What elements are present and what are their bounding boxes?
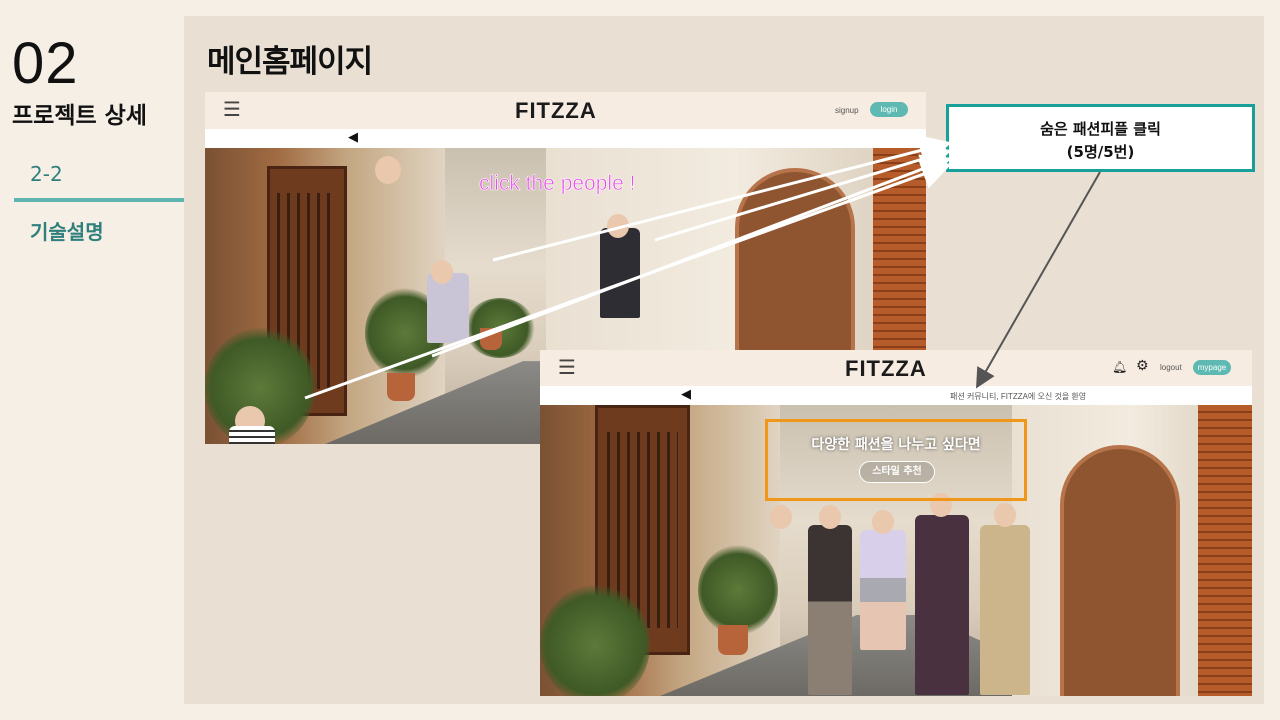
megaphone-icon: ◀ [348, 130, 358, 145]
megaphone-icon: ◀ [681, 387, 691, 402]
section-title: 프로젝트 상세 [12, 103, 147, 129]
section-number: 02 [12, 31, 79, 96]
page-title: 메인홈페이지 [207, 44, 373, 80]
style-recommend-button[interactable]: 스타일 추천 [859, 461, 935, 483]
hamburger-icon[interactable]: ☰ [558, 355, 576, 379]
click-people-overlay: click the people ! [479, 172, 636, 196]
callout-box: 숨은 패션피플 클릭 (5명/5번) [946, 104, 1255, 172]
notice-text: 패션 커뮤니티, FITZZA에 오신 것을 환영 [950, 392, 1087, 401]
logout-link[interactable]: logout [1160, 363, 1182, 372]
screenshot-after: ☰ FITZZA 🔔︎ ⚙ logout mypage ◀ 패션 커뮤니티, F… [540, 350, 1252, 696]
mypage-button[interactable]: mypage [1193, 360, 1231, 375]
subsection-divider [14, 198, 184, 202]
subsection-number: 2-2 [30, 162, 63, 186]
signup-link[interactable]: signup [835, 106, 859, 115]
notice-bar: ◀ [205, 129, 926, 148]
callout-line2: (5명/5번) [1066, 143, 1135, 161]
banner-title: 다양한 패션을 나누고 싶다면 [811, 437, 981, 453]
gear-icon[interactable]: ⚙ [1136, 358, 1149, 374]
site-brand[interactable]: FITZZA [845, 356, 927, 382]
notice-bar: ◀ 패션 커뮤니티, FITZZA에 오신 것을 환영 [540, 386, 1252, 405]
bell-icon[interactable]: 🔔︎ [1112, 360, 1127, 374]
site-navbar: ☰ FITZZA signup login [205, 92, 926, 129]
login-button[interactable]: login [870, 102, 908, 117]
subsection-title: 기술설명 [30, 220, 104, 244]
banner-highlight: 다양한 패션을 나누고 싶다면 스타일 추천 [765, 419, 1027, 501]
site-brand[interactable]: FITZZA [515, 98, 597, 124]
hamburger-icon[interactable]: ☰ [223, 97, 241, 121]
site-navbar-logged-in: ☰ FITZZA 🔔︎ ⚙ logout mypage [540, 350, 1252, 386]
callout-line1: 숨은 패션피플 클릭 [1040, 120, 1161, 138]
